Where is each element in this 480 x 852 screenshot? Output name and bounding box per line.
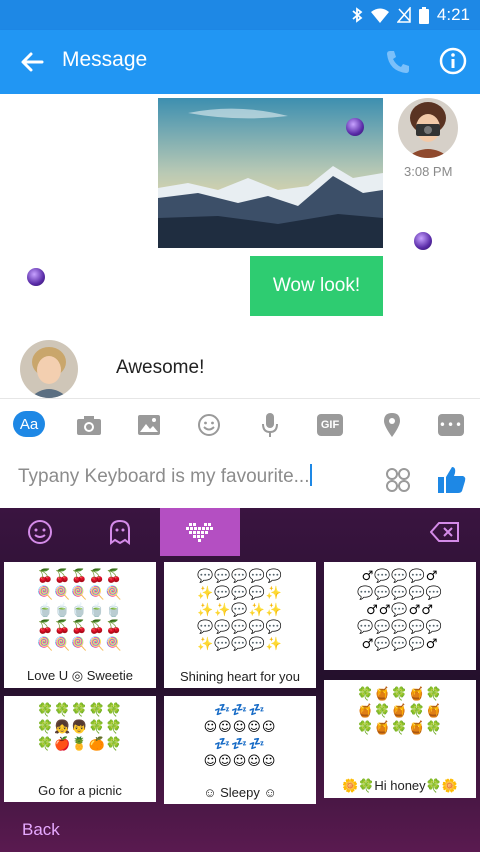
sticker-grid: 🍒🍒🍒🍒🍒 🍭🍭🍭🍭🍭 🍵🍵🍵🍵🍵 🍒🍒🍒🍒🍒 🍭🍭🍭🍭🍭 Love U ◎ S…	[0, 556, 480, 806]
camera-icon[interactable]	[74, 411, 104, 439]
text-cursor	[310, 464, 313, 486]
text-style-button[interactable]: Aa	[13, 411, 45, 437]
tab-heart-stickers[interactable]	[160, 508, 240, 556]
sticker-go-for-a-picnic[interactable]: 🍀🍀🍀🍀🍀 🍀👧👦🍀🍀 🍀🍎🍍🍊🍀 Go for a picnic	[4, 696, 156, 802]
sticker-art: 💬💬💬💬💬 ✨💬💬💬✨ ✨✨💬✨✨ 💬💬💬💬💬 ✨💬💬💬✨	[197, 569, 283, 652]
sticker-shining-heart[interactable]: 💬💬💬💬💬 ✨💬💬💬✨ ✨✨💬✨✨ 💬💬💬💬💬 ✨💬💬💬✨ Shining he…	[164, 562, 316, 688]
tab-smiley[interactable]	[0, 508, 80, 556]
sticker-art: 🍀🍀🍀🍀🍀 🍀👧👦🍀🍀 🍀🍎🍍🍊🍀	[37, 703, 123, 752]
status-icons: 4:21	[351, 5, 470, 25]
more-icon[interactable]: •••	[438, 414, 464, 436]
sticker-label: ☺ Sleepy ☺	[164, 785, 316, 800]
message-input[interactable]: Typany Keyboard is my favourite...	[18, 464, 358, 494]
avatar-user[interactable]	[20, 340, 78, 398]
battery-icon	[418, 6, 429, 24]
page-title: Message	[62, 48, 148, 71]
gallery-icon[interactable]	[134, 411, 164, 439]
phone-icon[interactable]	[384, 48, 412, 76]
microphone-icon[interactable]	[255, 411, 285, 439]
thumbs-up-icon[interactable]	[436, 464, 468, 496]
smiley-icon	[28, 520, 52, 544]
tab-ghost[interactable]	[80, 508, 160, 556]
status-bar: 4:21	[0, 0, 480, 30]
outgoing-message-bubble[interactable]: Wow look!	[250, 256, 383, 316]
seen-indicator	[346, 118, 364, 136]
sticker-art: 🍀🍯🍀🍯🍀 🍯🍀🍯🍀🍯 🍀🍯🍀🍯🍀	[357, 687, 443, 736]
sticker-label: Go for a picnic	[4, 783, 156, 798]
ghost-icon	[110, 519, 130, 545]
sticker-speech-bubbles[interactable]: ♂💬💬💬♂ 💬💬💬💬💬 ♂♂💬♂♂ 💬💬💬💬💬 ♂💬💬💬♂	[324, 562, 476, 670]
sticker-art: 💤💤💤 ☺☺☺☺☺ 💤💤💤 ☺☺☺☺☺	[203, 703, 277, 769]
info-icon[interactable]	[438, 46, 468, 76]
message-input-row: Typany Keyboard is my favourite...	[0, 452, 480, 508]
composer-toolbar: Aa GIF •••	[0, 398, 480, 450]
clipboard-icon[interactable]	[384, 466, 412, 494]
backspace-icon	[430, 522, 459, 542]
avatar-contact[interactable]	[398, 98, 458, 158]
sticker-label: 🌼🍀Hi honey🍀🌼	[324, 778, 476, 794]
sticker-art: ♂💬💬💬♂ 💬💬💬💬💬 ♂♂💬♂♂ 💬💬💬💬💬 ♂💬💬💬♂	[357, 569, 443, 652]
conversation: 3:08 PM Wow look! Awesome!	[0, 94, 480, 398]
sticker-sleepy[interactable]: 💤💤💤 ☺☺☺☺☺ 💤💤💤 ☺☺☺☺☺ ☺ Sleepy ☺	[164, 696, 316, 804]
sticker-label: Love U ◎ Sweetie	[4, 668, 156, 684]
message-timestamp: 3:08 PM	[404, 164, 453, 179]
status-time: 4:21	[436, 5, 470, 24]
sticker-hi-honey[interactable]: 🍀🍯🍀🍯🍀 🍯🍀🍯🍀🍯 🍀🍯🍀🍯🍀 🌼🍀Hi honey🍀🌼	[324, 680, 476, 798]
delete-button[interactable]	[410, 508, 480, 556]
wifi-icon	[370, 8, 389, 23]
heart-sticker-icon	[186, 523, 213, 542]
emoji-icon[interactable]	[194, 411, 224, 439]
sticker-keyboard: 🍒🍒🍒🍒🍒 🍭🍭🍭🍭🍭 🍵🍵🍵🍵🍵 🍒🍒🍒🍒🍒 🍭🍭🍭🍭🍭 Love U ◎ S…	[0, 508, 480, 852]
gif-button[interactable]: GIF	[317, 414, 343, 436]
app-bar: Message	[0, 30, 480, 94]
sticker-art: 🍒🍒🍒🍒🍒 🍭🍭🍭🍭🍭 🍵🍵🍵🍵🍵 🍒🍒🍒🍒🍒 🍭🍭🍭🍭🍭	[37, 569, 123, 652]
location-icon[interactable]	[377, 411, 407, 439]
keyboard-back-button[interactable]: Back	[22, 820, 60, 840]
message-input-text: Typany Keyboard is my favourite...	[18, 466, 310, 487]
sticker-label: Shining heart for you	[164, 669, 316, 684]
seen-indicator	[27, 268, 45, 286]
sticker-love-u-sweetie[interactable]: 🍒🍒🍒🍒🍒 🍭🍭🍭🍭🍭 🍵🍵🍵🍵🍵 🍒🍒🍒🍒🍒 🍭🍭🍭🍭🍭 Love U ◎ S…	[4, 562, 156, 688]
keyboard-tab-bar	[0, 508, 480, 556]
no-sim-icon	[396, 7, 411, 23]
incoming-message: Awesome!	[116, 357, 205, 378]
seen-indicator	[414, 232, 432, 250]
bluetooth-icon	[352, 7, 363, 23]
back-arrow-icon[interactable]	[16, 46, 48, 78]
